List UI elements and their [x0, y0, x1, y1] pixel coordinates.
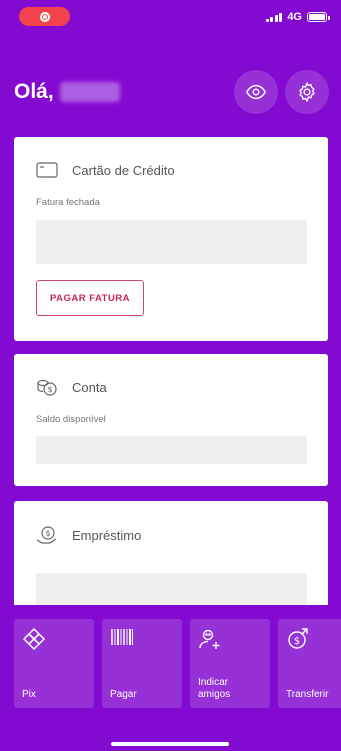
- gear-icon: [299, 81, 315, 103]
- pay-invoice-button[interactable]: PAGAR FATURA: [36, 280, 144, 316]
- barcode-icon: [111, 629, 133, 645]
- balance-placeholder: [36, 436, 307, 464]
- eye-icon: [245, 84, 267, 100]
- loan-placeholder: [36, 573, 307, 605]
- credit-card-header: Cartão de Crédito: [36, 162, 175, 178]
- shortcut-pix[interactable]: Pix: [14, 619, 94, 708]
- invoice-status: Fatura fechada: [36, 197, 100, 208]
- greeting-text: Olá,: [14, 80, 54, 103]
- shortcut-label: Transferir: [286, 689, 329, 700]
- svg-text:$: $: [294, 636, 300, 647]
- loan-section[interactable]: $ Empréstimo: [14, 501, 328, 605]
- loan-icon: $: [36, 526, 57, 544]
- screen-recording-indicator[interactable]: [19, 7, 70, 26]
- record-icon: [39, 11, 50, 22]
- available-balance-label: Saldo disponível: [36, 414, 106, 425]
- shortcut-label: Pix: [22, 689, 36, 700]
- greeting: Olá,: [14, 80, 120, 104]
- shortcut-label: Pagar: [110, 689, 137, 700]
- status-bar: 4G: [0, 0, 341, 36]
- battery-icon: [307, 12, 330, 22]
- shortcut-label: Indicar amigos: [198, 677, 231, 700]
- account-title: Conta: [72, 379, 107, 395]
- invoice-amount-placeholder: [36, 220, 307, 264]
- shortcut-pay[interactable]: Pagar: [102, 619, 182, 708]
- account-header: $ Conta: [36, 377, 107, 397]
- credit-card-section[interactable]: Cartão de Crédito Fatura fechada PAGAR F…: [14, 137, 328, 341]
- credit-card-icon: [36, 162, 58, 178]
- loan-header: $ Empréstimo: [36, 525, 141, 545]
- home-indicator[interactable]: [111, 742, 229, 746]
- shortcut-refer-friends[interactable]: Indicar amigos: [190, 619, 270, 708]
- add-friend-icon: [199, 629, 220, 649]
- status-indicators: 4G: [265, 11, 330, 23]
- shortcut-bar[interactable]: Pix Pagar Indicar amigos $ Transferir: [0, 605, 341, 719]
- transfer-icon: $: [288, 628, 308, 649]
- toggle-visibility-button[interactable]: [234, 70, 278, 114]
- credit-card-title: Cartão de Crédito: [72, 162, 175, 178]
- coins-icon: $: [37, 379, 57, 396]
- signal-icon: [265, 12, 283, 22]
- svg-text:$: $: [45, 529, 50, 538]
- loan-title: Empréstimo: [72, 527, 142, 543]
- user-name-redacted: [59, 82, 120, 102]
- shortcut-transfer[interactable]: $ Transferir: [278, 619, 341, 708]
- svg-text:$: $: [47, 385, 52, 394]
- network-type: 4G: [287, 11, 302, 23]
- settings-button[interactable]: [285, 70, 329, 114]
- pix-icon: [22, 627, 46, 651]
- account-section[interactable]: $ Conta Saldo disponível: [14, 354, 328, 486]
